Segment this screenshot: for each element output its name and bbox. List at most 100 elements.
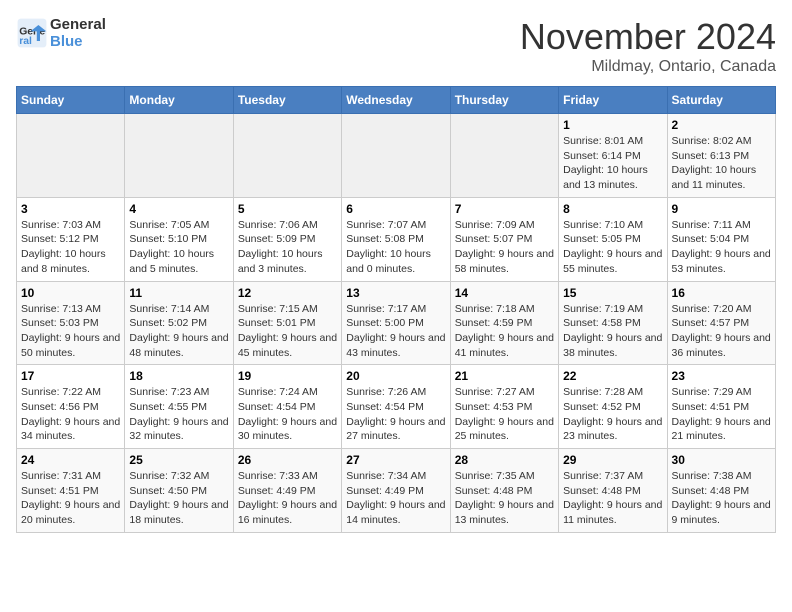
day-number: 7 bbox=[455, 202, 554, 216]
day-number: 30 bbox=[672, 453, 771, 467]
logo-text-line2: Blue bbox=[50, 33, 106, 50]
calendar-cell: 13 Sunrise: 7:17 AM Sunset: 5:00 PM Dayli… bbox=[342, 281, 450, 365]
day-number: 25 bbox=[129, 453, 228, 467]
day-number: 19 bbox=[238, 369, 337, 383]
logo-text-line1: General bbox=[50, 16, 106, 33]
calendar-cell bbox=[233, 114, 341, 198]
week-row-4: 17 Sunrise: 7:22 AM Sunset: 4:56 PM Dayli… bbox=[17, 365, 776, 449]
calendar-cell: 14 Sunrise: 7:18 AM Sunset: 4:59 PM Dayli… bbox=[450, 281, 558, 365]
calendar-cell: 15Sunrise: 7:19 AM Sunset: 4:58 PM Dayli… bbox=[559, 281, 667, 365]
week-row-3: 10 Sunrise: 7:13 AM Sunset: 5:03 PM Dayli… bbox=[17, 281, 776, 365]
day-number: 27 bbox=[346, 453, 445, 467]
day-number: 5 bbox=[238, 202, 337, 216]
day-number: 6 bbox=[346, 202, 445, 216]
calendar-cell: 10 Sunrise: 7:13 AM Sunset: 5:03 PM Dayli… bbox=[17, 281, 125, 365]
week-row-5: 24 Sunrise: 7:31 AM Sunset: 4:51 PM Dayli… bbox=[17, 449, 776, 533]
calendar-body: 1Sunrise: 8:01 AM Sunset: 6:14 PM Daylig… bbox=[17, 114, 776, 533]
day-number: 4 bbox=[129, 202, 228, 216]
day-info: Sunrise: 7:35 AM Sunset: 4:48 PM Dayligh… bbox=[455, 469, 554, 528]
calendar-cell: 21Sunrise: 7:27 AM Sunset: 4:53 PM Dayli… bbox=[450, 365, 558, 449]
calendar-cell: 8 Sunrise: 7:10 AM Sunset: 5:05 PM Daylig… bbox=[559, 197, 667, 281]
day-number: 10 bbox=[21, 286, 120, 300]
calendar-header: SundayMondayTuesdayWednesdayThursdayFrid… bbox=[17, 87, 776, 114]
day-number: 23 bbox=[672, 369, 771, 383]
calendar-cell: 24 Sunrise: 7:31 AM Sunset: 4:51 PM Dayli… bbox=[17, 449, 125, 533]
day-info: Sunrise: 7:10 AM Sunset: 5:05 PM Dayligh… bbox=[563, 218, 662, 277]
day-number: 21 bbox=[455, 369, 554, 383]
day-info: Sunrise: 7:28 AM Sunset: 4:52 PM Dayligh… bbox=[563, 385, 662, 444]
month-title: November 2024 bbox=[520, 16, 776, 58]
day-info: Sunrise: 7:06 AM Sunset: 5:09 PM Dayligh… bbox=[238, 218, 337, 277]
logo: Gene ral General Blue bbox=[16, 16, 106, 51]
calendar-cell: 30 Sunrise: 7:38 AM Sunset: 4:48 PM Dayli… bbox=[667, 449, 775, 533]
day-info: Sunrise: 8:01 AM Sunset: 6:14 PM Dayligh… bbox=[563, 134, 662, 193]
day-info: Sunrise: 7:24 AM Sunset: 4:54 PM Dayligh… bbox=[238, 385, 337, 444]
day-info: Sunrise: 7:29 AM Sunset: 4:51 PM Dayligh… bbox=[672, 385, 771, 444]
day-info: Sunrise: 7:11 AM Sunset: 5:04 PM Dayligh… bbox=[672, 218, 771, 277]
day-info: Sunrise: 7:18 AM Sunset: 4:59 PM Dayligh… bbox=[455, 302, 554, 361]
svg-text:ral: ral bbox=[19, 36, 32, 47]
location: Mildmay, Ontario, Canada bbox=[520, 58, 776, 76]
day-number: 24 bbox=[21, 453, 120, 467]
calendar-cell: 4 Sunrise: 7:05 AM Sunset: 5:10 PM Daylig… bbox=[125, 197, 233, 281]
day-info: Sunrise: 7:07 AM Sunset: 5:08 PM Dayligh… bbox=[346, 218, 445, 277]
day-number: 18 bbox=[129, 369, 228, 383]
calendar-cell: 25 Sunrise: 7:32 AM Sunset: 4:50 PM Dayli… bbox=[125, 449, 233, 533]
calendar-cell: 1Sunrise: 8:01 AM Sunset: 6:14 PM Daylig… bbox=[559, 114, 667, 198]
day-number: 11 bbox=[129, 286, 228, 300]
day-info: Sunrise: 7:09 AM Sunset: 5:07 PM Dayligh… bbox=[455, 218, 554, 277]
day-number: 16 bbox=[672, 286, 771, 300]
calendar-cell bbox=[17, 114, 125, 198]
header-day-saturday: Saturday bbox=[667, 87, 775, 114]
calendar-cell: 2Sunrise: 8:02 AM Sunset: 6:13 PM Daylig… bbox=[667, 114, 775, 198]
logo-icon: Gene ral bbox=[16, 17, 48, 49]
page-header: Gene ral General Blue November 2024 Mild… bbox=[16, 16, 776, 76]
day-number: 15 bbox=[563, 286, 662, 300]
title-block: November 2024 Mildmay, Ontario, Canada bbox=[520, 16, 776, 76]
day-info: Sunrise: 7:17 AM Sunset: 5:00 PM Dayligh… bbox=[346, 302, 445, 361]
day-info: Sunrise: 7:05 AM Sunset: 5:10 PM Dayligh… bbox=[129, 218, 228, 277]
calendar-cell: 5 Sunrise: 7:06 AM Sunset: 5:09 PM Daylig… bbox=[233, 197, 341, 281]
calendar-cell bbox=[125, 114, 233, 198]
day-number: 9 bbox=[672, 202, 771, 216]
day-info: Sunrise: 7:26 AM Sunset: 4:54 PM Dayligh… bbox=[346, 385, 445, 444]
calendar-cell bbox=[342, 114, 450, 198]
calendar-cell: 16 Sunrise: 7:20 AM Sunset: 4:57 PM Dayli… bbox=[667, 281, 775, 365]
day-info: Sunrise: 7:37 AM Sunset: 4:48 PM Dayligh… bbox=[563, 469, 662, 528]
day-number: 20 bbox=[346, 369, 445, 383]
calendar-cell: 27 Sunrise: 7:34 AM Sunset: 4:49 PM Dayli… bbox=[342, 449, 450, 533]
calendar-cell: 28 Sunrise: 7:35 AM Sunset: 4:48 PM Dayli… bbox=[450, 449, 558, 533]
calendar-cell: 3Sunrise: 7:03 AM Sunset: 5:12 PM Daylig… bbox=[17, 197, 125, 281]
day-number: 14 bbox=[455, 286, 554, 300]
calendar-cell: 12 Sunrise: 7:15 AM Sunset: 5:01 PM Dayli… bbox=[233, 281, 341, 365]
day-number: 8 bbox=[563, 202, 662, 216]
day-info: Sunrise: 7:22 AM Sunset: 4:56 PM Dayligh… bbox=[21, 385, 120, 444]
day-info: Sunrise: 7:15 AM Sunset: 5:01 PM Dayligh… bbox=[238, 302, 337, 361]
day-number: 2 bbox=[672, 118, 771, 132]
day-number: 12 bbox=[238, 286, 337, 300]
day-info: Sunrise: 7:38 AM Sunset: 4:48 PM Dayligh… bbox=[672, 469, 771, 528]
header-day-friday: Friday bbox=[559, 87, 667, 114]
day-info: Sunrise: 7:32 AM Sunset: 4:50 PM Dayligh… bbox=[129, 469, 228, 528]
day-info: Sunrise: 7:31 AM Sunset: 4:51 PM Dayligh… bbox=[21, 469, 120, 528]
calendar-cell: 20 Sunrise: 7:26 AM Sunset: 4:54 PM Dayli… bbox=[342, 365, 450, 449]
calendar-cell: 23 Sunrise: 7:29 AM Sunset: 4:51 PM Dayli… bbox=[667, 365, 775, 449]
day-number: 29 bbox=[563, 453, 662, 467]
day-info: Sunrise: 7:23 AM Sunset: 4:55 PM Dayligh… bbox=[129, 385, 228, 444]
calendar-cell bbox=[450, 114, 558, 198]
day-number: 28 bbox=[455, 453, 554, 467]
calendar-cell: 18 Sunrise: 7:23 AM Sunset: 4:55 PM Dayli… bbox=[125, 365, 233, 449]
header-row: SundayMondayTuesdayWednesdayThursdayFrid… bbox=[17, 87, 776, 114]
day-info: Sunrise: 7:13 AM Sunset: 5:03 PM Dayligh… bbox=[21, 302, 120, 361]
day-number: 22 bbox=[563, 369, 662, 383]
header-day-sunday: Sunday bbox=[17, 87, 125, 114]
calendar-table: SundayMondayTuesdayWednesdayThursdayFrid… bbox=[16, 86, 776, 533]
day-number: 13 bbox=[346, 286, 445, 300]
day-info: Sunrise: 7:34 AM Sunset: 4:49 PM Dayligh… bbox=[346, 469, 445, 528]
day-number: 17 bbox=[21, 369, 120, 383]
calendar-cell: 7 Sunrise: 7:09 AM Sunset: 5:07 PM Daylig… bbox=[450, 197, 558, 281]
calendar-cell: 9 Sunrise: 7:11 AM Sunset: 5:04 PM Daylig… bbox=[667, 197, 775, 281]
calendar-cell: 17 Sunrise: 7:22 AM Sunset: 4:56 PM Dayli… bbox=[17, 365, 125, 449]
day-info: Sunrise: 7:03 AM Sunset: 5:12 PM Dayligh… bbox=[21, 218, 120, 277]
day-info: Sunrise: 7:20 AM Sunset: 4:57 PM Dayligh… bbox=[672, 302, 771, 361]
